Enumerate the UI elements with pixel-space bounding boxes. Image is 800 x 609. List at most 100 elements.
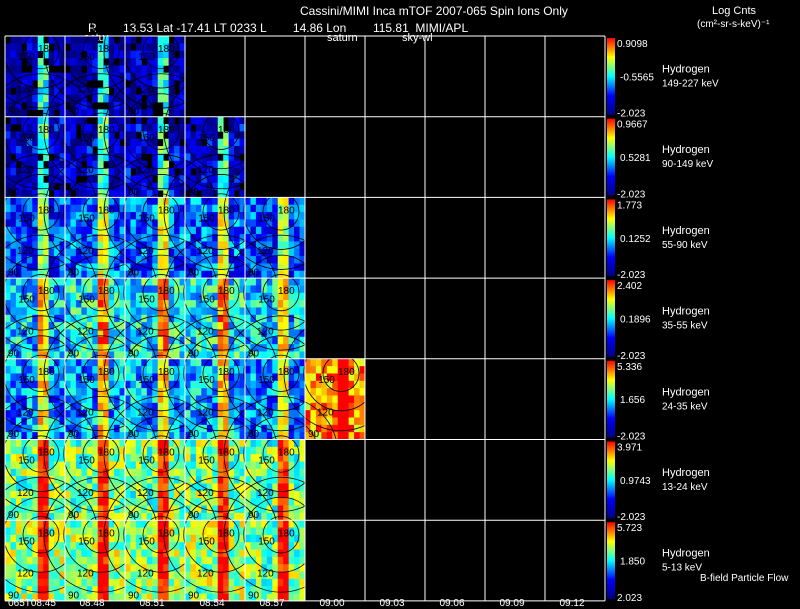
- image-pixel: [337, 417, 344, 426]
- image-pixel: [10, 146, 17, 154]
- image-pixel: [92, 424, 99, 433]
- contour-label: 120: [137, 407, 154, 418]
- image-pixel: [43, 241, 50, 250]
- contour-label: 120: [77, 165, 94, 176]
- image-pixel: [32, 578, 39, 587]
- image-pixel: [125, 564, 131, 572]
- image-pixel: [43, 586, 50, 594]
- units-title: Log Cnts: [712, 5, 757, 17]
- image-pixel: [348, 395, 355, 404]
- image-pixel: [294, 578, 300, 587]
- image-pixel: [163, 498, 170, 506]
- contour-label: 180: [38, 206, 55, 217]
- image-pixel: [86, 72, 93, 81]
- image-pixel: [157, 226, 164, 235]
- image-pixel: [32, 505, 39, 514]
- image-pixel: [245, 373, 251, 382]
- image-pixel: [228, 168, 235, 176]
- image-pixel: [65, 329, 71, 338]
- image-pixel: [217, 322, 224, 330]
- image-pixel: [234, 410, 240, 418]
- image-pixel: [65, 373, 71, 382]
- image-pixel: [54, 190, 60, 198]
- image-pixel: [65, 285, 71, 294]
- image-pixel: [114, 549, 120, 558]
- image-pixel: [92, 197, 99, 206]
- image-pixel: [255, 549, 262, 558]
- image-pixel: [261, 512, 268, 521]
- image-pixel: [332, 358, 339, 367]
- contour-label: 120: [197, 246, 214, 257]
- image-pixel: [26, 182, 33, 191]
- image-pixel: [185, 329, 191, 338]
- image-pixel: [37, 300, 44, 308]
- image-pixel: [294, 571, 300, 580]
- image-pixel: [190, 534, 197, 543]
- colorbar-scale: [607, 522, 615, 599]
- image-pixel: [157, 571, 164, 580]
- image-pixel: [228, 490, 235, 499]
- image-pixel: [348, 410, 355, 418]
- image-pixel: [277, 197, 284, 206]
- image-pixel: [217, 498, 224, 506]
- image-pixel: [86, 446, 93, 455]
- image-pixel: [157, 197, 164, 206]
- image-pixel: [86, 36, 93, 44]
- image-pixel: [10, 461, 17, 470]
- image-pixel: [125, 87, 131, 96]
- image-pixel: [43, 498, 50, 506]
- image-pixel: [114, 226, 120, 235]
- image-pixel: [250, 490, 257, 499]
- image-pixel: [54, 270, 60, 279]
- image-pixel: [152, 36, 159, 44]
- image-pixel: [37, 138, 44, 147]
- image-pixel: [152, 468, 159, 477]
- image-pixel: [65, 248, 71, 257]
- image-pixel: [250, 542, 257, 550]
- image-pixel: [65, 212, 71, 220]
- image-pixel: [152, 498, 159, 506]
- image-pixel: [223, 571, 230, 580]
- image-pixel: [114, 109, 120, 118]
- image-pixel: [70, 534, 77, 543]
- image-pixel: [190, 204, 197, 213]
- image-pixel: [92, 226, 99, 235]
- image-pixel: [277, 483, 284, 492]
- image-pixel: [86, 520, 93, 528]
- image-pixel: [201, 388, 208, 396]
- image-pixel: [157, 358, 164, 367]
- image-pixel: [157, 578, 164, 587]
- image-pixel: [65, 131, 71, 140]
- image-pixel: [5, 410, 11, 418]
- image-pixel: [190, 116, 197, 125]
- image-pixel: [135, 197, 142, 206]
- image-pixel: [86, 263, 93, 272]
- image-pixel: [37, 424, 44, 433]
- image-pixel: [163, 571, 170, 580]
- image-pixel: [163, 58, 170, 66]
- image-pixel: [195, 549, 202, 558]
- image-pixel: [212, 498, 219, 506]
- image-pixel: [212, 263, 219, 272]
- image-pixel: [97, 65, 104, 74]
- image-pixel: [37, 388, 44, 396]
- image-pixel: [81, 388, 88, 396]
- image-pixel: [65, 461, 71, 470]
- image-pixel: [201, 578, 208, 587]
- image-pixel: [337, 410, 344, 418]
- image-pixel: [130, 549, 137, 558]
- image-pixel: [234, 307, 240, 316]
- image-pixel: [245, 534, 251, 543]
- time-tick-label: 09:09: [499, 598, 524, 609]
- image-pixel: [343, 417, 350, 426]
- image-pixel: [75, 285, 82, 294]
- image-pixel: [114, 571, 120, 580]
- contour-label: 150: [18, 133, 35, 144]
- image-pixel: [135, 366, 142, 374]
- image-pixel: [152, 505, 159, 514]
- image-pixel: [228, 153, 235, 162]
- image-pixel: [201, 512, 208, 521]
- image-pixel: [185, 556, 191, 565]
- image-pixel: [70, 454, 77, 462]
- image-pixel: [103, 175, 110, 184]
